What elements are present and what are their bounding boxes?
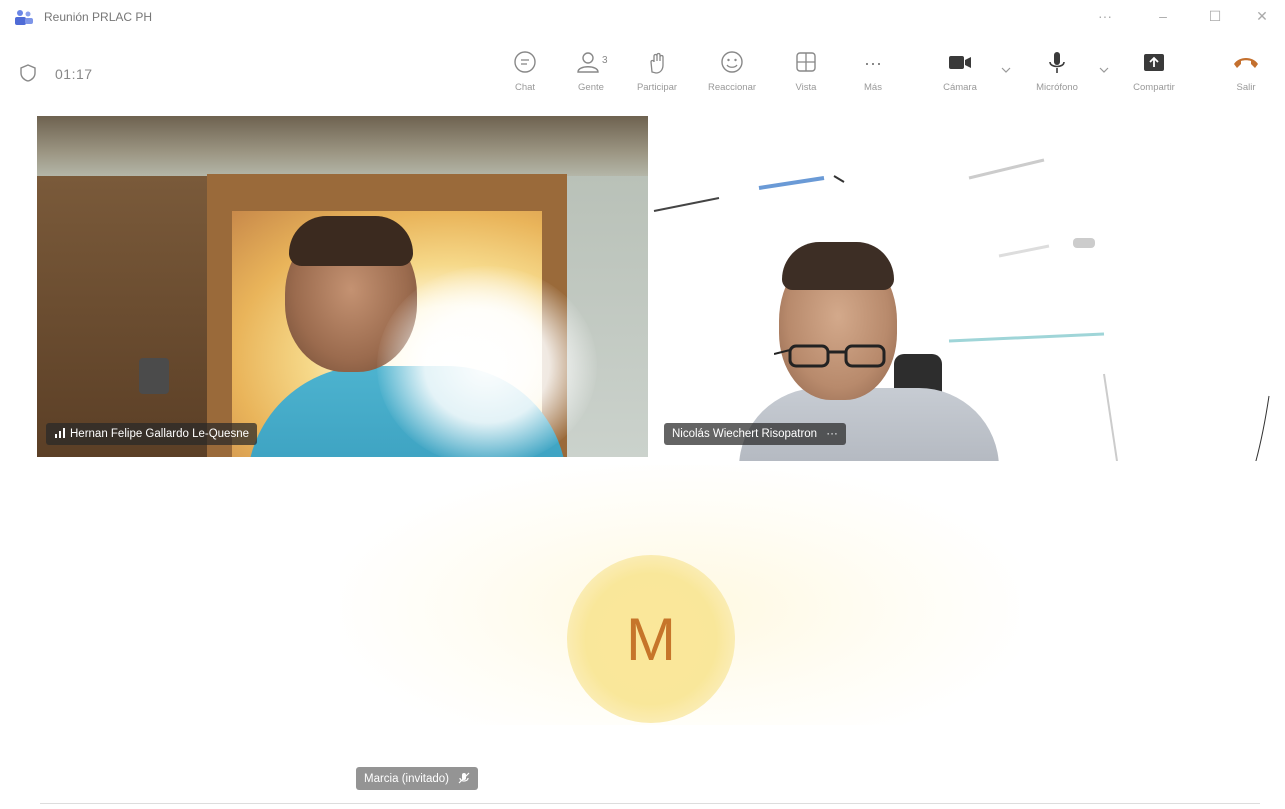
video-tile-hernan[interactable] [37,116,648,457]
background-object [139,358,169,394]
people-button[interactable]: 3 Gente [556,50,626,102]
camera-button[interactable]: Cámara [925,50,995,102]
muted-mic-icon [458,772,470,784]
participant-name: Marcia (invitado) [364,773,449,785]
microphone-button[interactable]: Micrófono [1022,50,1092,102]
more-icon: ··· [864,53,882,73]
react-button[interactable]: Reaccionar [697,50,767,102]
camera-label: Cámara [943,82,977,93]
shield-icon [20,64,36,82]
microphone-label: Micrófono [1036,82,1078,93]
light-glare [377,266,597,457]
microphone-icon [1049,52,1065,73]
camera-icon [949,56,971,69]
react-label: Reaccionar [707,82,757,93]
signal-icon [55,428,65,438]
raise-hand-icon [650,52,664,74]
participant-avatar[interactable]: M [567,555,735,723]
glasses [774,344,886,368]
avatar-initial: M [626,605,676,673]
people-count-badge: 3 [602,55,608,66]
participant-options-button[interactable]: ··· [826,428,838,440]
people-icon: 3 [577,52,608,73]
window-more-button[interactable]: ··· [1093,8,1117,24]
teams-app-icon [15,10,33,25]
meeting-timer: 01:17 [55,66,93,82]
share-icon [1144,54,1164,71]
more-actions-button[interactable]: ··· Más [838,50,908,102]
video-tile-nicolas[interactable] [649,116,1285,461]
raise-hand-label: Participar [636,82,678,93]
participant-name-tag: Hernan Felipe Gallardo Le-Quesne [46,423,257,445]
microphone-options-chevron-icon[interactable] [1099,66,1109,74]
share-label: Compartir [1133,82,1175,93]
chat-button[interactable]: Chat [490,50,560,102]
meeting-toolbar: 01:17 Chat 3 Gente Participar Reaccionar… [0,44,1285,106]
participant-name: Hernan Felipe Gallardo Le-Quesne [70,428,249,440]
share-button[interactable]: Compartir [1119,50,1189,102]
emoji-icon [721,51,743,73]
window-title: Reunión PRLAC PH [44,10,153,24]
participant-name: Nicolás Wiechert Risopatron [672,428,818,440]
leave-label: Salir [1236,82,1256,93]
hangup-icon [1234,58,1258,68]
participant-hair [289,216,413,266]
view-label: Vista [795,82,817,93]
participant-name-tag: Marcia (invitado) [356,767,479,790]
maximize-button[interactable]: ☐ [1203,8,1227,25]
chat-label: Chat [514,82,536,93]
title-bar: Reunión PRLAC PH ··· – ☐ ✕ [0,0,1285,40]
layout-icon [796,52,816,72]
view-button[interactable]: Vista [771,50,841,102]
leave-button[interactable]: Salir [1211,50,1281,102]
participant-hair [782,242,894,290]
close-button[interactable]: ✕ [1250,8,1274,25]
people-label: Gente [578,82,604,93]
more-label: Más [864,82,882,93]
video-background [37,116,648,176]
camera-options-chevron-icon[interactable] [1001,66,1011,74]
window-bottom-border [40,803,1260,804]
video-wall [37,176,207,457]
participant-name-tag: Nicolás Wiechert Risopatron ··· [664,423,846,445]
raise-hand-button[interactable]: Participar [622,50,692,102]
chat-icon [514,51,536,73]
minimize-button[interactable]: – [1151,8,1175,24]
